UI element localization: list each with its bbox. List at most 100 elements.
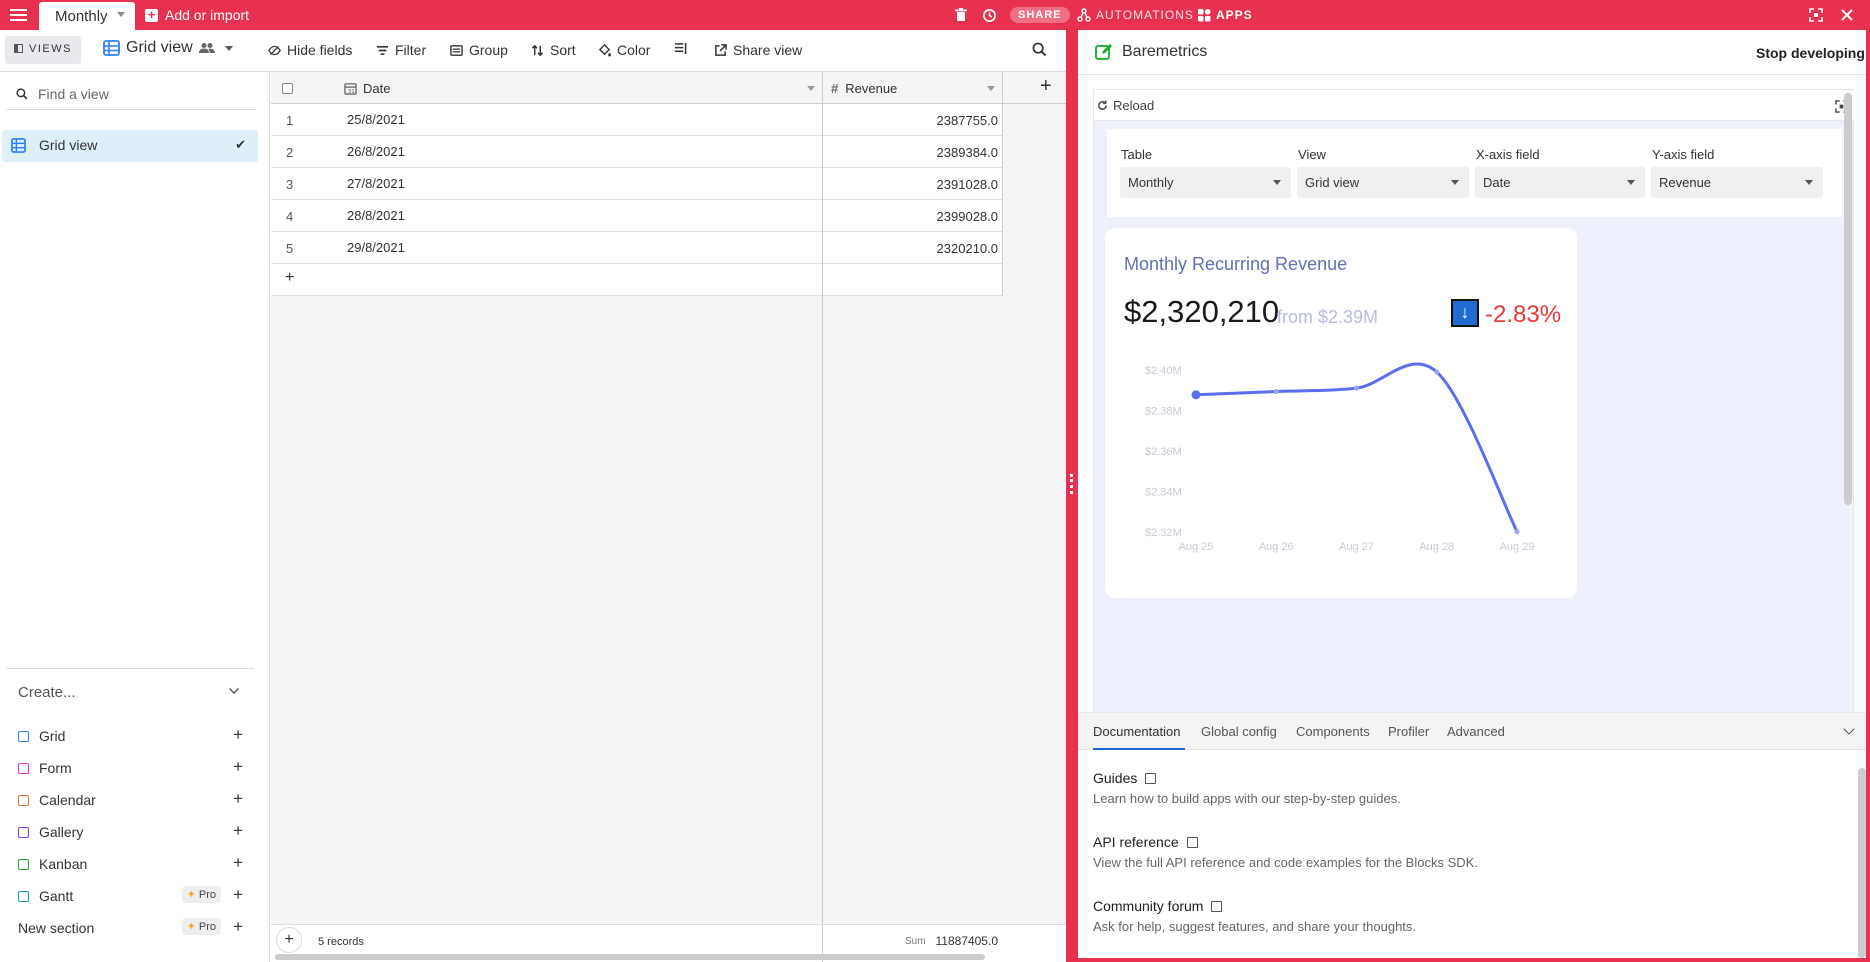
tab-documentation[interactable]: Documentation (1093, 724, 1180, 739)
horizontal-scrollbar[interactable] (275, 954, 985, 960)
history-icon[interactable] (982, 0, 997, 30)
y-axis-select[interactable]: Revenue (1651, 167, 1823, 198)
tab-global-config[interactable]: Global config (1201, 724, 1277, 739)
plus-icon[interactable]: + (233, 885, 243, 905)
x-axis-select[interactable]: Date (1475, 167, 1645, 198)
date-cell[interactable]: 27/8/2021 (347, 176, 405, 191)
create-calendar-item[interactable]: Calendar + (18, 789, 243, 809)
create-gantt-item[interactable]: Gantt ✦ Pro + (18, 885, 243, 905)
caret-down-icon[interactable] (117, 12, 125, 17)
sidebar-item-label: Grid view (39, 137, 98, 153)
community-forum-link[interactable]: Community forum (1093, 898, 1203, 914)
date-cell[interactable]: 28/8/2021 (347, 208, 405, 223)
apps-button[interactable]: APPS (1198, 0, 1253, 30)
date-cell[interactable]: 29/8/2021 (347, 240, 405, 255)
share-button[interactable]: SHARE (1010, 0, 1070, 30)
fullscreen-icon[interactable] (1809, 0, 1823, 30)
add-row[interactable]: + (271, 264, 1002, 296)
table-row[interactable]: 4 28/8/2021 2399028.0 (271, 200, 1002, 232)
table-tab-monthly[interactable]: Monthly (39, 2, 135, 30)
revenue-cell[interactable]: 2389384.0 (823, 145, 998, 160)
create-gallery-item[interactable]: Gallery + (18, 821, 243, 841)
add-or-import-label: Add or import (165, 7, 250, 23)
panel-resize-handle[interactable] (1066, 30, 1077, 962)
revenue-cell[interactable]: 2391028.0 (823, 177, 998, 192)
data-point[interactable] (1434, 369, 1440, 375)
chevron-down-icon[interactable] (224, 45, 233, 51)
views-toggle-button[interactable]: VIEWS (5, 36, 81, 64)
trash-icon[interactable] (955, 0, 967, 30)
plus-icon[interactable]: + (233, 725, 243, 745)
add-record-button[interactable]: + (276, 927, 302, 953)
data-point[interactable] (1191, 390, 1201, 400)
column-menu-icon[interactable] (807, 86, 815, 91)
table-row[interactable]: 3 27/8/2021 2391028.0 (271, 168, 1002, 200)
view-switcher[interactable]: Grid view (103, 39, 233, 57)
external-link-icon[interactable] (1186, 836, 1198, 848)
plus-icon[interactable]: + (233, 789, 243, 809)
add-or-import-button[interactable]: + Add or import (145, 7, 249, 23)
column-menu-icon[interactable] (987, 86, 995, 91)
select-all-checkbox[interactable] (282, 83, 293, 94)
chevron-down-icon[interactable] (229, 684, 239, 694)
color-button[interactable]: Color (598, 42, 650, 58)
filter-button[interactable]: Filter (376, 42, 426, 58)
vertical-scrollbar[interactable] (1844, 93, 1852, 505)
hamburger-menu-icon[interactable] (10, 7, 27, 23)
reload-button[interactable]: Reload (1097, 98, 1154, 113)
add-field-button[interactable]: + (1040, 75, 1052, 98)
table-row[interactable]: 1 25/8/2021 2387755.0 (271, 104, 1002, 136)
column-header-date[interactable]: 31 Date (344, 81, 390, 96)
date-cell[interactable]: 25/8/2021 (347, 112, 405, 127)
table-select[interactable]: Monthly (1120, 167, 1291, 198)
api-reference-link[interactable]: API reference (1093, 834, 1179, 850)
form-icon (18, 762, 29, 774)
vertical-scrollbar[interactable] (1858, 768, 1866, 958)
revenue-cell[interactable]: 2399028.0 (823, 209, 998, 224)
add-record-icon[interactable]: + (285, 269, 294, 287)
chevron-down-icon[interactable] (1843, 723, 1855, 735)
stop-developing-button[interactable]: Stop developing (1756, 45, 1865, 61)
share-view-button[interactable]: Share view (714, 42, 802, 58)
svg-text:31: 31 (348, 89, 356, 95)
create-form-item[interactable]: Form + (18, 757, 243, 777)
row-height-button[interactable] (674, 42, 687, 55)
data-point[interactable] (1354, 385, 1359, 391)
data-point[interactable] (1514, 529, 1520, 535)
external-link-icon[interactable] (1211, 900, 1223, 912)
table-row[interactable]: 5 29/8/2021 2320210.0 (271, 232, 1002, 264)
row-number: 5 (286, 241, 294, 256)
external-link-icon[interactable] (1145, 772, 1157, 784)
plus-icon[interactable]: + (233, 853, 243, 873)
number-icon: # (831, 81, 839, 96)
reload-label: Reload (1113, 98, 1155, 113)
plus-icon[interactable]: + (233, 821, 243, 841)
plus-icon[interactable]: + (233, 757, 243, 777)
revenue-cell[interactable]: 2387755.0 (823, 113, 998, 128)
group-button[interactable]: Group (450, 42, 508, 58)
create-kanban-item[interactable]: Kanban + (18, 853, 243, 873)
date-cell[interactable]: 26/8/2021 (347, 144, 405, 159)
tab-profiler[interactable]: Profiler (1388, 724, 1429, 739)
sidebar-item-grid-view[interactable]: Grid view ✔ (2, 130, 258, 162)
view-select[interactable]: Grid view (1297, 167, 1469, 198)
tab-components[interactable]: Components (1296, 724, 1370, 739)
sort-button[interactable]: Sort (531, 42, 576, 58)
plus-icon[interactable]: + (233, 917, 243, 937)
search-icon[interactable] (1032, 42, 1047, 57)
panel-border (1866, 30, 1870, 962)
guides-link[interactable]: Guides (1093, 770, 1137, 786)
tab-advanced[interactable]: Advanced (1447, 724, 1505, 739)
column-header-revenue[interactable]: # Revenue (831, 81, 897, 96)
close-icon[interactable] (1841, 0, 1853, 30)
create-heading[interactable]: Create... (18, 684, 76, 701)
row-number: 1 (286, 113, 294, 128)
table-row[interactable]: 2 26/8/2021 2389384.0 (271, 136, 1002, 168)
find-view-input[interactable]: Find a view (6, 82, 256, 110)
automations-button[interactable]: AUTOMATIONS (1077, 0, 1194, 30)
data-point[interactable] (1273, 388, 1279, 394)
create-grid-item[interactable]: Grid + (18, 725, 243, 745)
create-new-section-item[interactable]: New section ✦ Pro + (18, 917, 243, 937)
revenue-cell[interactable]: 2320210.0 (823, 241, 998, 256)
hide-fields-button[interactable]: Hide fields (268, 42, 352, 58)
